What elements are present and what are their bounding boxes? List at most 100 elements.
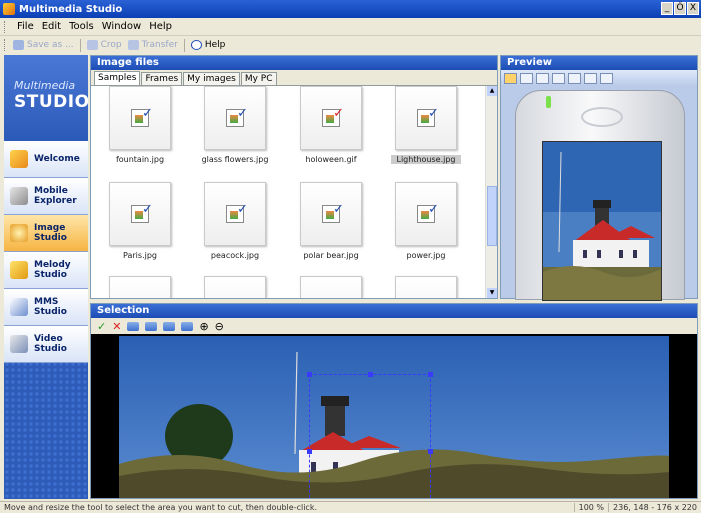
thumbnail-item[interactable]: ✓ glass flowers.jpg: [200, 86, 270, 164]
menu-file[interactable]: File: [17, 21, 34, 32]
thumbnail-box: [204, 276, 266, 298]
main-toolbar: Save as ... Crop Transfer Help: [0, 36, 701, 54]
resize-handle[interactable]: [307, 372, 312, 377]
nav-welcome[interactable]: Welcome: [4, 141, 88, 178]
thumbnail-box: ✓: [395, 86, 457, 150]
thumbnail-caption: power.jpg: [406, 251, 446, 260]
rotate-right-icon[interactable]: [584, 72, 597, 84]
image-file-icon: ✓: [226, 106, 248, 127]
image-file-icon: ✓: [131, 202, 153, 223]
zoom-in-icon[interactable]: ⊕: [199, 320, 208, 333]
center-icon[interactable]: [520, 72, 533, 84]
video-studio-icon: [10, 335, 28, 353]
phone-mockup: [515, 90, 685, 301]
shape-1-icon[interactable]: [127, 321, 140, 331]
rotate-left-icon[interactable]: [568, 72, 581, 84]
save-as-label: Save as ...: [27, 40, 74, 50]
menu-window[interactable]: Window: [102, 21, 141, 32]
nav-video-studio[interactable]: Video Studio: [4, 326, 88, 363]
menu-edit[interactable]: Edit: [42, 21, 61, 32]
status-bar: Move and resize the tool to select the a…: [0, 501, 701, 513]
status-coords: 236, 148 - 176 x 220: [608, 503, 701, 512]
save-as-button[interactable]: Save as ...: [13, 40, 74, 50]
thumbnail-caption: glass flowers.jpg: [201, 155, 269, 164]
image-files-panel: Image files Samples Frames My images My …: [90, 55, 498, 299]
status-message: Move and resize the tool to select the a…: [4, 503, 317, 512]
confirm-check-icon[interactable]: ✓: [97, 320, 106, 333]
phone-screen-preview: [542, 141, 662, 301]
thumbnail-item[interactable]: ✓ power.jpg: [391, 182, 461, 260]
nav-mms-studio-label: MMS Studio: [34, 297, 67, 317]
menu-help[interactable]: Help: [149, 21, 172, 32]
tab-samples[interactable]: Samples: [94, 71, 141, 85]
thumbnail-box: [300, 276, 362, 298]
toolbar-separator: [79, 38, 81, 52]
toolbar-separator: [183, 38, 185, 52]
shape-2-icon[interactable]: [145, 321, 158, 331]
thumbnail-item[interactable]: ✓ holoween.gif: [296, 86, 366, 164]
phone-speaker: [581, 107, 623, 127]
thumbnail-item[interactable]: [296, 276, 366, 298]
status-zoom: 100 %: [573, 503, 608, 512]
transfer-label: Transfer: [141, 40, 178, 50]
crop-icon: [86, 40, 98, 50]
image-files-tabs: Samples Frames My images My PC: [91, 70, 497, 86]
stretch-icon[interactable]: [536, 72, 549, 84]
thumbnail-box: [109, 276, 171, 298]
thumbnail-item[interactable]: ✓ polar bear.jpg: [296, 182, 366, 260]
nav-melody-studio[interactable]: Melody Studio: [4, 252, 88, 289]
brand-logo: Multimedia STUDIO: [4, 55, 89, 141]
thumbnail-box: ✓: [109, 182, 171, 246]
image-studio-icon: [10, 224, 28, 242]
thumbnail-item[interactable]: ✓ fountain.jpg: [105, 86, 175, 164]
thumbnail-item[interactable]: ✓ Paris.jpg: [105, 182, 175, 260]
help-icon: [190, 40, 202, 50]
brand-line1: Multimedia: [14, 79, 76, 92]
cancel-x-icon[interactable]: ✕: [112, 320, 121, 333]
nav-mobile-explorer[interactable]: Mobile Explorer: [4, 178, 88, 215]
image-file-icon: ✓: [322, 106, 344, 127]
flip-icon[interactable]: [600, 72, 613, 84]
thumbnail-item[interactable]: [200, 276, 270, 298]
scroll-up-icon[interactable]: ▲: [487, 86, 497, 96]
zoom-out-icon[interactable]: ⊖: [215, 320, 224, 333]
restore-button[interactable]: Ő: [674, 2, 686, 15]
minimize-button[interactable]: _: [661, 2, 673, 15]
menu-tools[interactable]: Tools: [69, 21, 94, 32]
selection-canvas[interactable]: [119, 336, 669, 498]
title-bar: Multimedia Studio _ Ő X: [0, 0, 701, 18]
crop-button[interactable]: Crop: [86, 40, 122, 50]
thumbnail-item[interactable]: ✓ peacock.jpg: [200, 182, 270, 260]
welcome-icon: [10, 150, 28, 168]
thumbnail-item[interactable]: [105, 276, 175, 298]
thumbnail-item[interactable]: ✓ Lighthouse.jpg: [391, 86, 461, 164]
phone-led: [546, 96, 551, 108]
frame-icon[interactable]: [552, 72, 565, 84]
shape-4-icon[interactable]: [181, 321, 194, 331]
scroll-thumb[interactable]: [487, 186, 497, 246]
image-file-icon: ✓: [417, 202, 439, 223]
resize-handle[interactable]: [368, 372, 373, 377]
app-icon: [3, 3, 15, 15]
close-button[interactable]: X: [687, 2, 699, 15]
resize-handle[interactable]: [428, 372, 433, 377]
resize-handle[interactable]: [428, 449, 433, 454]
resize-handle[interactable]: [307, 449, 312, 454]
scroll-down-icon[interactable]: ▼: [487, 288, 497, 298]
fit-icon[interactable]: [504, 72, 517, 84]
thumbnail-scrollbar[interactable]: ▲ ▼: [485, 86, 497, 298]
nav-image-studio[interactable]: Image Studio: [4, 215, 88, 252]
tab-my-pc[interactable]: My PC: [240, 72, 277, 85]
tab-frames[interactable]: Frames: [141, 72, 183, 85]
thumbnail-box: ✓: [109, 86, 171, 150]
toolbar-grip: [4, 39, 7, 51]
shape-3-icon[interactable]: [163, 321, 176, 331]
crop-selection-rectangle[interactable]: [307, 372, 433, 498]
transfer-button[interactable]: Transfer: [127, 40, 178, 50]
nav-mms-studio[interactable]: MMS Studio: [4, 289, 88, 326]
thumbnail-caption: holoween.gif: [305, 155, 357, 164]
thumbnail-item[interactable]: [391, 276, 461, 298]
help-button[interactable]: Help: [190, 40, 225, 50]
preview-toolbar: [501, 70, 697, 86]
tab-my-images[interactable]: My images: [183, 72, 240, 85]
